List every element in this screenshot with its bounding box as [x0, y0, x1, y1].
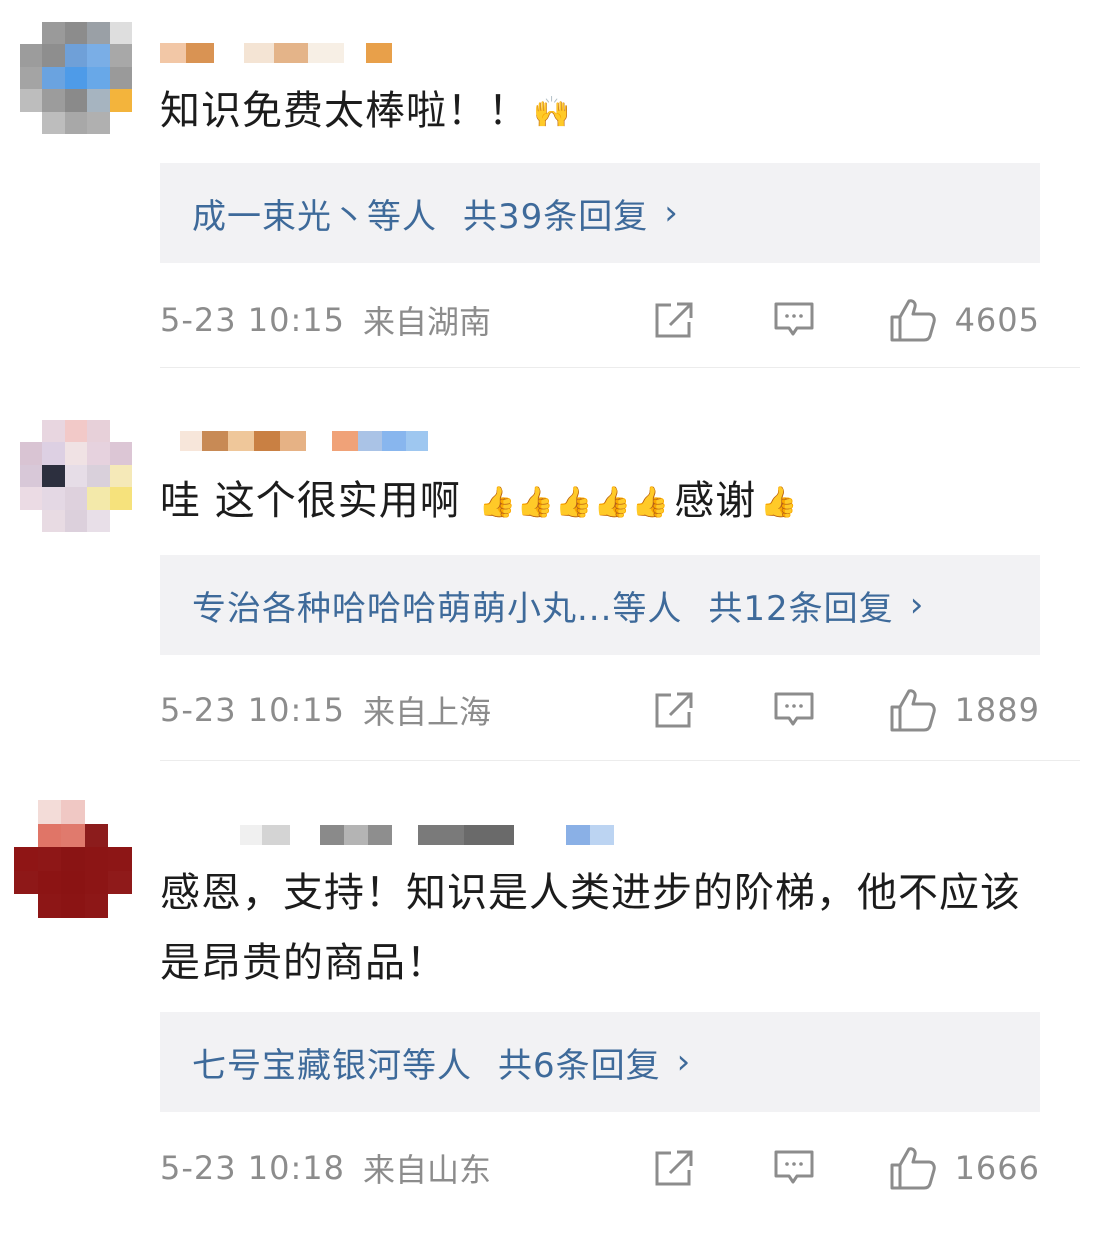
share-icon[interactable] [653, 300, 695, 340]
username[interactable] [160, 36, 392, 70]
comment-meta: 5-23 10:18 来自山东 1666 [160, 1138, 1040, 1198]
reply-count: 共6条回复 [498, 1045, 661, 1086]
like-count: 1889 [954, 691, 1040, 729]
hands-emoji-icon: 🙌 [533, 95, 572, 130]
location: 来自湖南 [363, 303, 492, 341]
reply-preview-users: 七号宝藏银河等人 [192, 1045, 472, 1086]
chevron-right-icon: › [676, 1042, 692, 1082]
username[interactable] [160, 424, 428, 458]
comment-icon[interactable] [773, 690, 815, 730]
avatar[interactable] [20, 420, 132, 532]
reply-preview-users: 专治各种哈哈哈萌萌小丸...等人 [192, 588, 683, 629]
comment-meta: 5-23 10:15 来自上海 1889 [160, 680, 1040, 740]
thumbs-up-icon[interactable] [889, 1145, 937, 1191]
share-icon[interactable] [653, 1148, 695, 1188]
thumbs-up-icon[interactable] [889, 687, 937, 733]
comment-text: 知识免费太棒啦！！ 🙌 [160, 76, 1060, 148]
like-count: 1666 [954, 1149, 1040, 1187]
reply-preview-users: 成一束光丶等人 [192, 196, 437, 237]
thumbs-up-icon[interactable] [889, 297, 937, 343]
comment-text-content: 哇 这个很实用啊 [160, 478, 461, 524]
comment-text-suffix: 感谢 [674, 478, 757, 524]
chevron-right-icon: › [664, 193, 679, 233]
location: 来自山东 [363, 1151, 492, 1189]
like-count: 4605 [954, 301, 1040, 339]
divider [160, 760, 1080, 761]
timestamp: 5-23 10:15 [160, 301, 346, 339]
reply-count: 共39条回复 [463, 196, 649, 237]
location: 来自上海 [363, 693, 492, 731]
comment-text: 感恩，支持！知识是人类进步的阶梯，他不应该是昂贵的商品！ [160, 858, 1050, 998]
comment-text-content: 感恩，支持！知识是人类进步的阶梯，他不应该是昂贵的商品！ [160, 870, 1021, 986]
divider [160, 367, 1080, 368]
comment-icon[interactable] [773, 1148, 815, 1188]
reply-count: 共12条回复 [708, 588, 894, 629]
reply-preview-box[interactable]: 成一束光丶等人 共39条回复 › [160, 163, 1040, 263]
comment-text-content: 知识免费太棒啦！！ [160, 88, 529, 134]
comment-text: 哇 这个很实用啊 👍👍👍👍👍 感谢 👍 [160, 466, 1060, 538]
avatar[interactable] [20, 22, 132, 134]
thumbs-up-emoji-icon: 👍 [760, 485, 799, 520]
share-icon[interactable] [653, 690, 695, 730]
avatar[interactable] [14, 800, 132, 918]
comment-icon[interactable] [773, 300, 815, 340]
comment-actions: 1666 [653, 1138, 1040, 1198]
username[interactable] [160, 818, 614, 852]
thumbs-up-emoji-icon: 👍👍👍👍👍 [478, 485, 671, 520]
comment-meta: 5-23 10:15 来自湖南 4605 [160, 290, 1040, 350]
chevron-right-icon: › [909, 585, 925, 625]
reply-preview-box[interactable]: 七号宝藏银河等人 共6条回复 › [160, 1012, 1040, 1112]
timestamp: 5-23 10:15 [160, 691, 346, 729]
timestamp: 5-23 10:18 [160, 1149, 346, 1187]
comment-actions: 1889 [653, 680, 1040, 740]
comment-actions: 4605 [653, 290, 1040, 350]
reply-preview-box[interactable]: 专治各种哈哈哈萌萌小丸...等人 共12条回复 › [160, 555, 1040, 655]
